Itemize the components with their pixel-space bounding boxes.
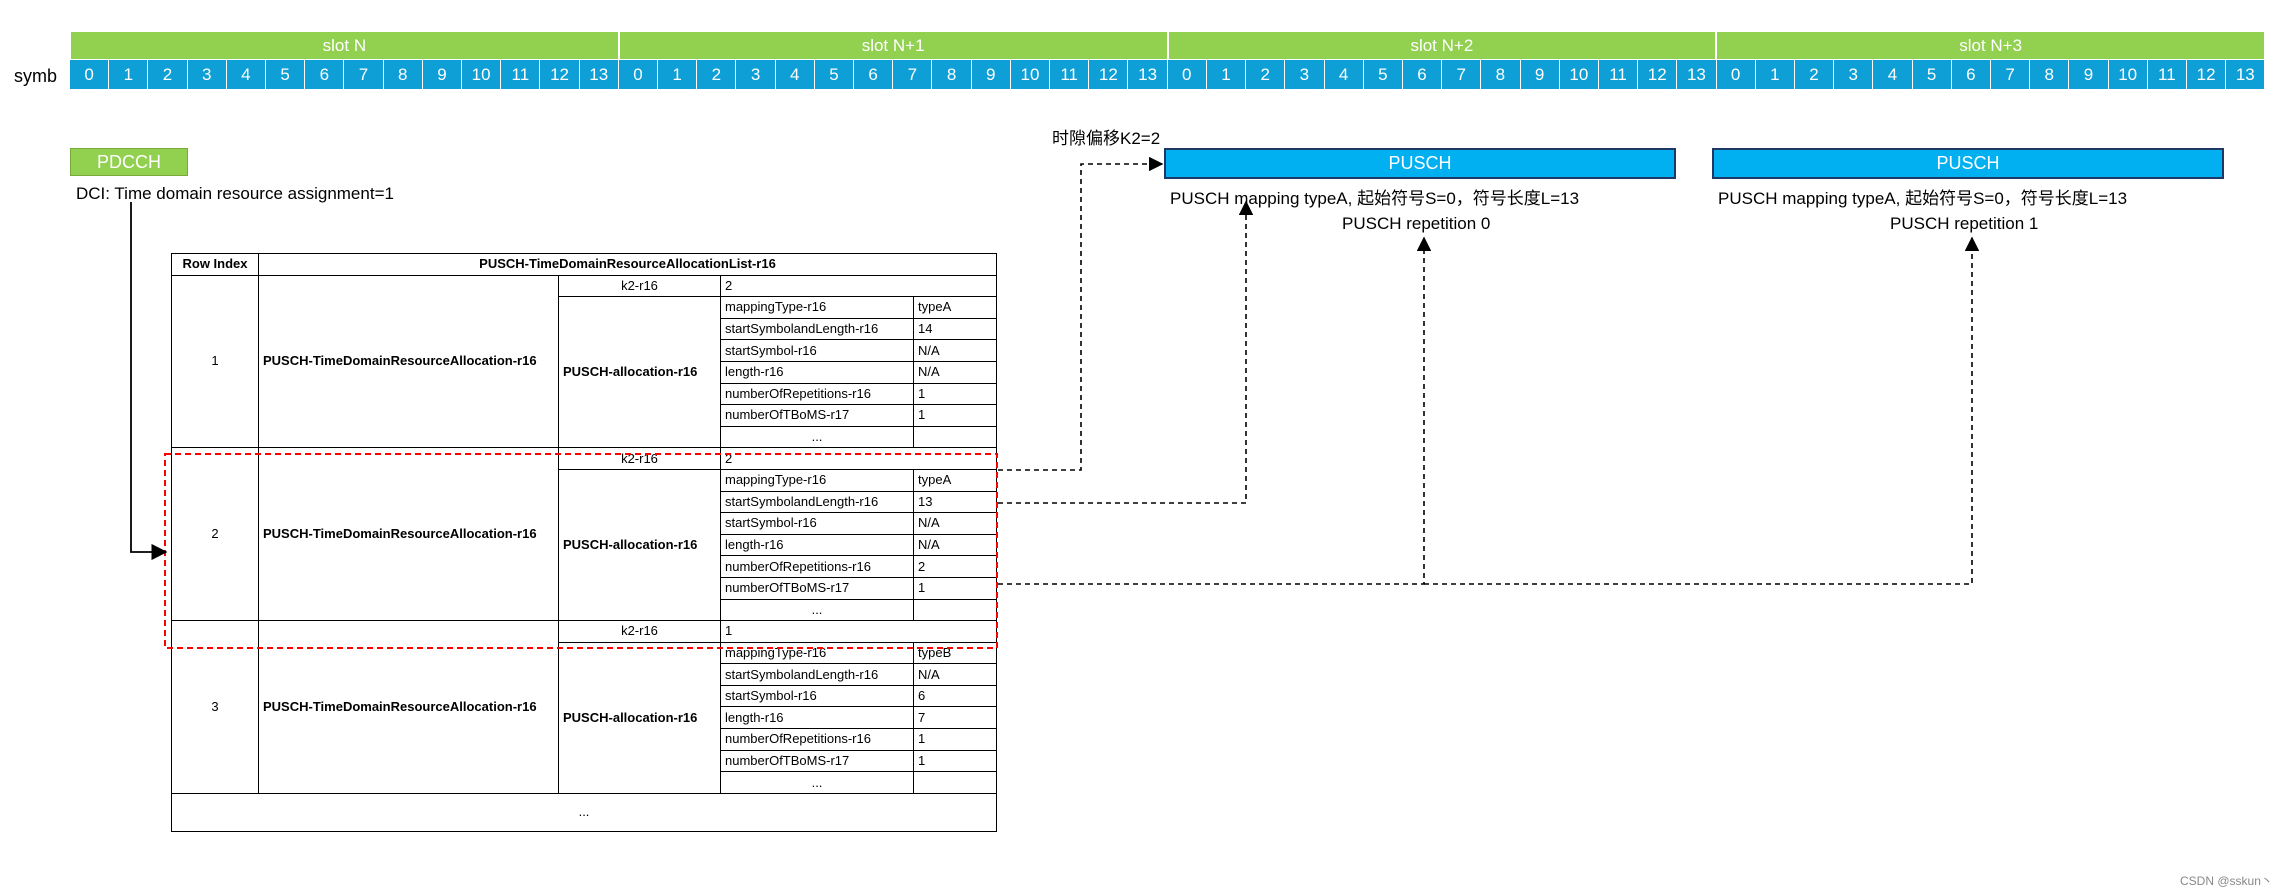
watermark: CSDN @sskun丶 [2180, 874, 2273, 888]
start-length-to-pusch-0-arrow [998, 200, 1254, 504]
dci-to-row-2-arrow [130, 202, 168, 561]
repetitions-to-pusch-0-arrow [998, 236, 1432, 585]
repetitions-to-pusch-1-arrow [1424, 236, 1980, 585]
row-2-highlight-box [164, 453, 998, 649]
connector-overlay [130, 156, 1980, 649]
k2-to-pusch-0-arrow [998, 156, 1164, 471]
